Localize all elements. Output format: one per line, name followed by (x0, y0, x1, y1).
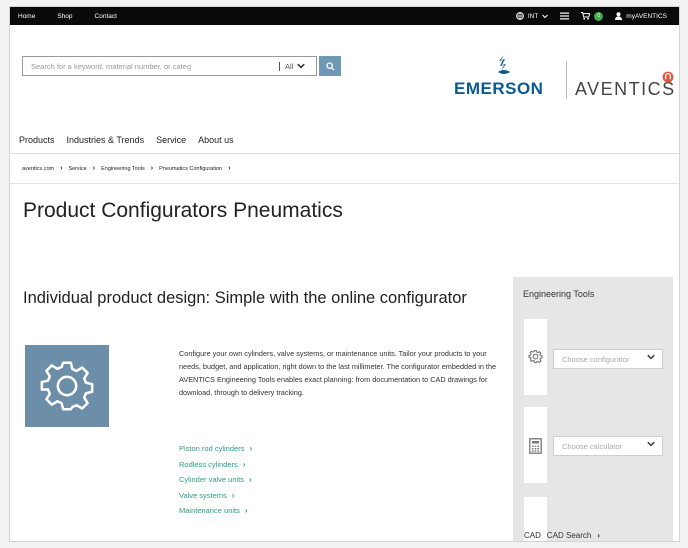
search-divider (279, 62, 280, 71)
account-link[interactable]: myAVENTICS (615, 12, 667, 20)
nav-divider (10, 153, 679, 154)
cart-icon (581, 12, 591, 20)
globe-icon (515, 12, 524, 20)
calculator-select-placeholder: Choose calculator (562, 441, 623, 451)
main-navigation: Products Industries & Trends Service Abo… (19, 135, 234, 145)
chevron-right-icon: › (597, 531, 601, 540)
logo-separator (566, 61, 567, 99)
chevron-right-icon: › (231, 490, 235, 500)
chevron-down-icon (542, 14, 549, 18)
breadcrumb-engineering-tools[interactable]: Engineering Tools (101, 166, 145, 172)
aventics-logo-mark-icon (662, 71, 674, 83)
user-icon (615, 12, 623, 20)
gear-icon (528, 349, 543, 364)
nav-about-us[interactable]: About us (198, 135, 234, 145)
search-scope-select[interactable]: All (285, 57, 306, 75)
page-title: Product Configurators Pneumatics (23, 199, 343, 222)
chevron-right-icon: › (92, 165, 96, 172)
browser-page: Home Shop Contact INT 0 myAVENTICS Searc… (9, 6, 680, 542)
breadcrumb: aventics.com › Service › Engineering Too… (22, 165, 230, 172)
link-valve-systems[interactable]: Valve systems › (179, 490, 252, 501)
breadcrumb-divider (10, 183, 679, 184)
top-utility-bar: Home Shop Contact INT 0 myAVENTICS (10, 7, 679, 25)
link-maintenance-units[interactable]: Maintenance units › (179, 505, 252, 516)
search-button[interactable] (319, 56, 341, 76)
chevron-right-icon: › (228, 165, 231, 172)
section-title: Individual product design: Simple with t… (23, 289, 467, 307)
nav-service[interactable]: Service (156, 135, 186, 145)
chevron-down-icon (297, 63, 306, 69)
calculator-icon-cell (524, 407, 547, 483)
cad-search-link[interactable]: CAD Search (547, 531, 591, 540)
cad-icon: CAD (524, 531, 541, 540)
list-icon (560, 12, 570, 20)
configurator-select-placeholder: Choose configurator (562, 354, 630, 364)
aventics-logo: AVENTICS (575, 79, 676, 99)
emerson-logo: EMERSON (454, 79, 544, 98)
breadcrumb-aventics[interactable]: aventics.com (22, 166, 54, 172)
link-piston-rod-cylinders[interactable]: Piston rod cylinders › (179, 443, 252, 454)
top-link-contact[interactable]: Contact (95, 13, 117, 20)
search-scope-label: All (285, 61, 294, 71)
top-nav-links: Home Shop Contact (18, 7, 117, 25)
configurator-tile (25, 345, 109, 427)
breadcrumb-pneumatics-configuration[interactable]: Pneumatics Configuration (159, 166, 222, 172)
brand-logos: EMERSON AVENTICS (454, 51, 678, 101)
link-rodless-cylinders[interactable]: Rodless cylinders › (179, 459, 252, 470)
sidebar-title: Engineering Tools (523, 289, 595, 299)
emerson-logo-mark-icon (498, 55, 510, 74)
top-link-home[interactable]: Home (18, 13, 35, 20)
configurator-links: Piston rod cylinders › Rodless cylinders ›… (179, 443, 252, 516)
top-link-shop[interactable]: Shop (57, 13, 72, 20)
link-label: Piston rod cylinders (179, 444, 245, 453)
configurator-description: Configure your own cylinders, valve syst… (179, 349, 497, 397)
chevron-right-icon: › (60, 165, 63, 172)
configurator-icon-cell (524, 319, 547, 395)
nav-products[interactable]: Products (19, 135, 55, 145)
link-label: Valve systems (179, 490, 227, 500)
chevron-right-icon: › (244, 506, 248, 515)
region-label: INT (527, 12, 539, 20)
link-label: Rodless cylinders (179, 459, 238, 469)
cart-button[interactable]: 0 (581, 11, 604, 21)
cad-search-row[interactable]: CAD CAD Search › (524, 531, 600, 540)
calculator-icon (529, 438, 542, 454)
link-label: Maintenance units (179, 506, 240, 515)
search-box: All (22, 56, 317, 76)
search-input[interactable] (23, 57, 271, 75)
calculator-select[interactable]: Choose calculator (553, 436, 663, 456)
link-cylinder-valve-units[interactable]: Cylinder valve units › (179, 474, 252, 485)
chevron-right-icon: › (150, 165, 154, 172)
cart-count-badge: 0 (594, 11, 604, 21)
configurator-select[interactable]: Choose configurator (553, 349, 663, 369)
nav-industries-trends[interactable]: Industries & Trends (67, 135, 145, 145)
chevron-right-icon: › (249, 444, 253, 453)
chevron-down-icon (647, 441, 655, 447)
engineering-tools-sidebar: Engineering Tools Choose configurator Ch… (513, 277, 673, 541)
top-nav-right: INT 0 myAVENTICS (515, 7, 667, 25)
chevron-down-icon (647, 354, 655, 360)
region-selector[interactable]: INT (515, 12, 549, 20)
chevron-right-icon: › (242, 459, 246, 469)
breadcrumb-service[interactable]: Service (68, 166, 86, 172)
chevron-right-icon: › (249, 475, 252, 484)
gear-icon (40, 361, 94, 411)
list-icon-button[interactable] (560, 12, 570, 20)
link-label: Cylinder valve units (179, 475, 245, 484)
account-label: myAVENTICS (626, 12, 667, 20)
search-icon (325, 61, 335, 71)
